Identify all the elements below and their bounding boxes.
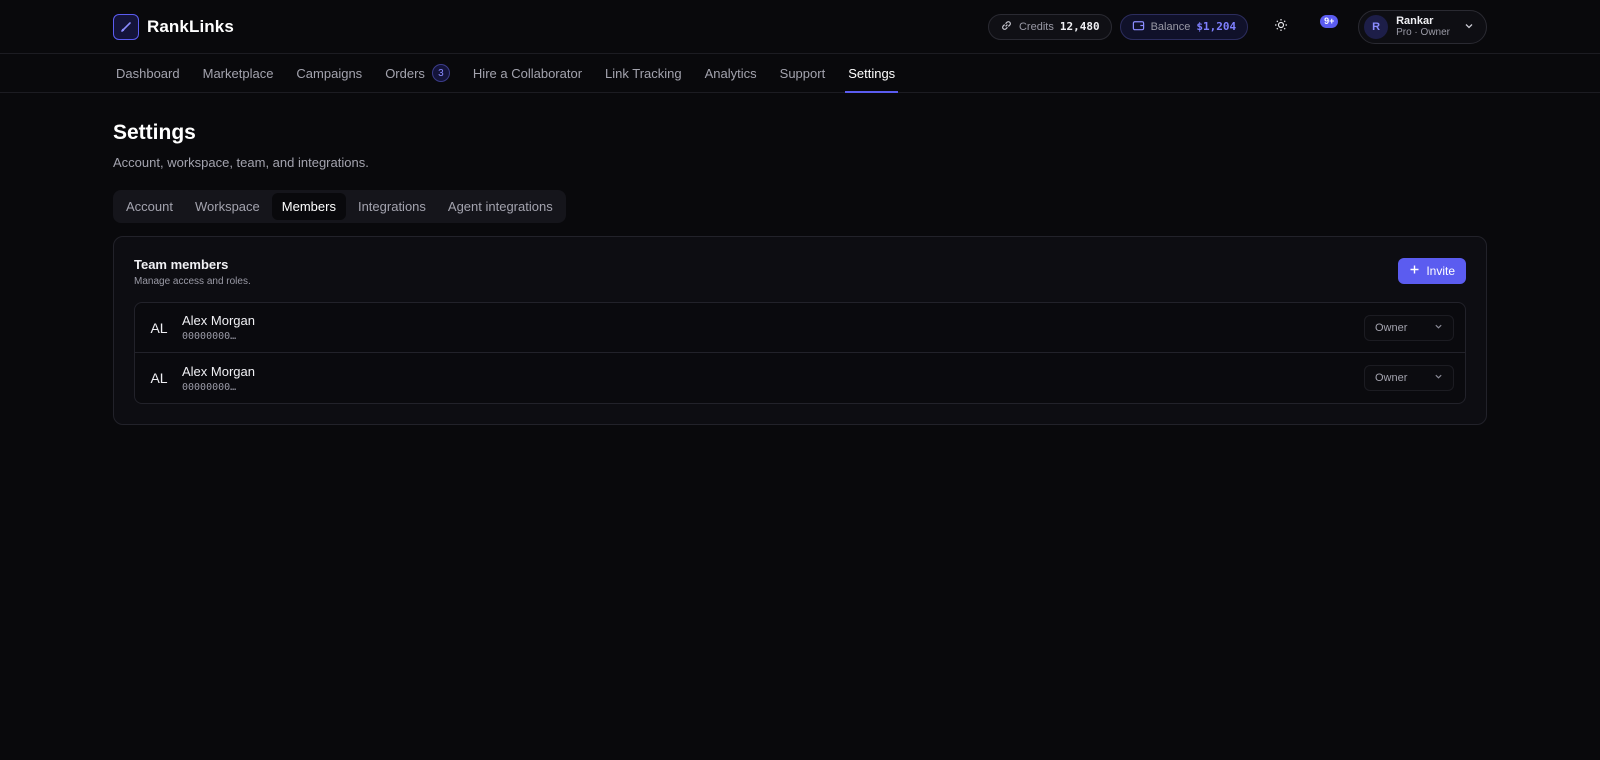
nav-label: Campaigns — [296, 65, 363, 81]
credits-value: 12,480 — [1059, 20, 1100, 33]
nav-analytics[interactable]: Analytics — [702, 54, 760, 92]
link-icon — [113, 13, 139, 40]
user-name: Rankar — [1396, 14, 1434, 27]
nav-label: Settings — [848, 65, 896, 81]
nav-label: Analytics — [704, 65, 757, 81]
chevron-down-icon — [1434, 322, 1443, 334]
tab-workspace[interactable]: Workspace — [185, 193, 270, 220]
user-menu[interactable]: R Rankar Pro · Owner — [1358, 9, 1487, 44]
chevron-down-icon — [1464, 19, 1474, 34]
member-avatar: AL — [150, 319, 168, 336]
theme-toggle-button[interactable] — [1266, 12, 1296, 42]
nav-dashboard[interactable]: Dashboard — [113, 54, 183, 92]
member-avatar: AL — [150, 370, 168, 386]
member-id: 00000000… — [182, 331, 237, 342]
credits-link-icon — [1000, 19, 1013, 35]
chevron-down-icon — [1434, 372, 1443, 384]
nav-label: Marketplace — [202, 65, 274, 81]
nav-marketplace[interactable]: Marketplace — [200, 54, 277, 92]
invite-label: Invite — [1426, 264, 1455, 278]
notifications-button[interactable]: 9+ — [1314, 12, 1344, 42]
page-subtitle: Account, workspace, team, and integratio… — [113, 155, 369, 170]
nav-support[interactable]: Support — [777, 54, 829, 92]
member-id: 00000000… — [182, 381, 237, 393]
nav-label: Support — [779, 65, 826, 81]
member-row: AL Alex Morgan 00000000… Owner — [135, 353, 1465, 403]
app-logo[interactable]: RankLinks — [113, 13, 234, 40]
main-nav: Dashboard Marketplace Campaigns Orders 3 … — [0, 54, 1600, 93]
wallet-icon — [1132, 19, 1145, 35]
nav-label: Dashboard — [116, 65, 180, 81]
credits-pill[interactable]: Credits 12,480 — [987, 13, 1112, 40]
tab-integrations[interactable]: Integrations — [348, 193, 436, 220]
member-name: Alex Morgan — [182, 363, 255, 379]
nav-orders[interactable]: Orders 3 — [382, 54, 453, 92]
role-value: Owner — [1375, 321, 1408, 334]
invite-button[interactable]: Invite — [1398, 258, 1466, 284]
role-select[interactable]: Owner — [1364, 314, 1454, 341]
nav-hire-collaborator[interactable]: Hire a Collaborator — [470, 54, 585, 92]
tab-agent-integrations[interactable]: Agent integrations — [438, 193, 563, 220]
app-name: RankLinks — [147, 16, 234, 36]
sun-icon — [1274, 18, 1288, 35]
tab-members[interactable]: Members — [271, 193, 346, 220]
balance-value: $1,204 — [1196, 20, 1237, 33]
nav-link-tracking[interactable]: Link Tracking — [602, 54, 685, 92]
user-role: Pro · Owner — [1396, 26, 1450, 38]
nav-label: Link Tracking — [605, 65, 682, 81]
card-title: Team members — [134, 257, 229, 272]
plus-icon — [1409, 264, 1420, 278]
member-name: Alex Morgan — [182, 313, 255, 328]
credits-label: Credits — [1018, 20, 1054, 33]
tab-account[interactable]: Account — [116, 193, 183, 220]
member-row: AL Alex Morgan 00000000… Owner — [135, 303, 1465, 353]
team-members-card: Team members Manage access and roles. In… — [113, 236, 1487, 425]
nav-label: Orders — [385, 65, 425, 81]
nav-label: Hire a Collaborator — [472, 65, 583, 81]
card-subtitle: Manage access and roles. — [134, 276, 251, 287]
nav-campaigns[interactable]: Campaigns — [293, 54, 365, 92]
page-title: Settings — [113, 121, 196, 144]
top-bar: RankLinks Credits 12,480 Balance $1,204 … — [0, 0, 1600, 54]
role-select[interactable]: Owner — [1364, 365, 1454, 391]
main-content: Settings Account, workspace, team, and i… — [0, 93, 1600, 425]
nav-settings[interactable]: Settings — [845, 54, 899, 93]
orders-count-badge: 3 — [431, 64, 450, 82]
settings-tabs: Account Workspace Members Integrations A… — [113, 190, 566, 223]
members-list: AL Alex Morgan 00000000… Owner AL Alex M… — [134, 302, 1466, 404]
role-value: Owner — [1375, 372, 1408, 384]
balance-label: Balance — [1150, 20, 1191, 33]
user-avatar: R — [1364, 14, 1389, 39]
notification-count-badge: 9+ — [1320, 14, 1339, 28]
balance-pill[interactable]: Balance $1,204 — [1119, 13, 1249, 40]
